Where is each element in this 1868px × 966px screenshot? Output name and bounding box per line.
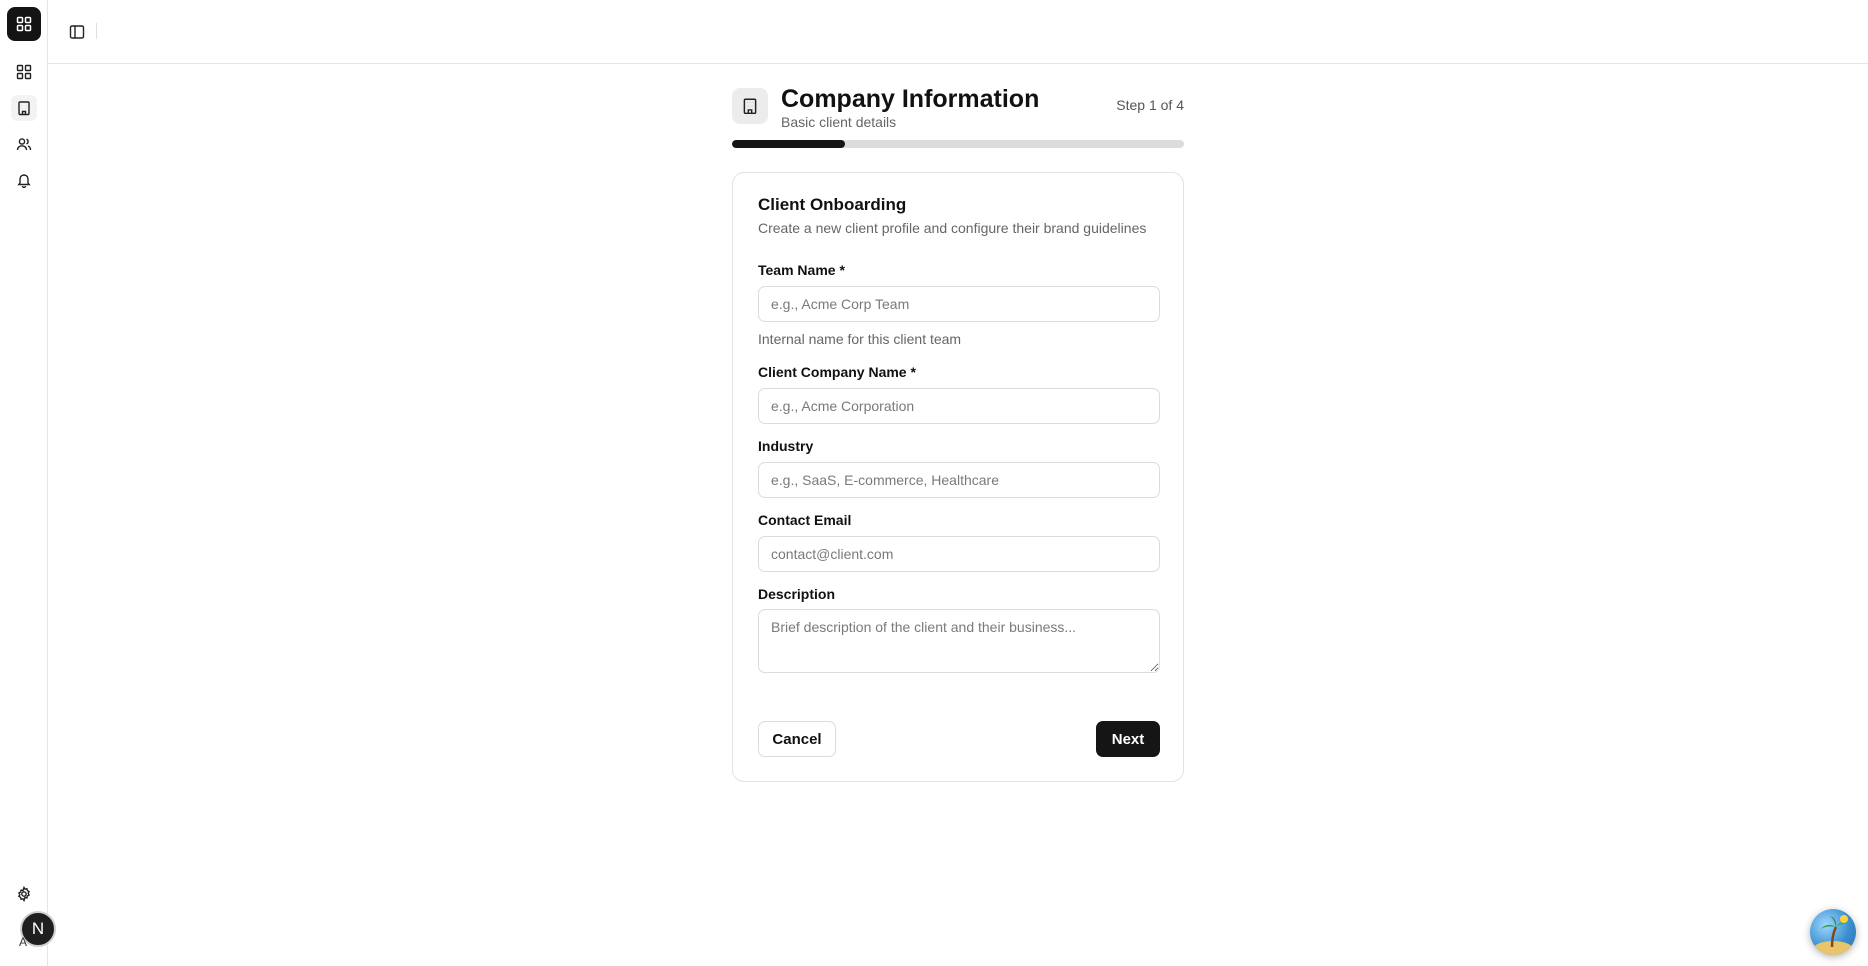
- avatar-letter: N: [31, 919, 45, 938]
- form-description: Create a new client profile and configur…: [758, 220, 1147, 236]
- company-name-label: Client Company Name *: [758, 364, 916, 380]
- avatar-sub-label: A: [19, 935, 28, 949]
- top-bar: [48, 0, 1868, 64]
- step-subtitle: Basic client details: [781, 114, 897, 130]
- topbar-divider: [96, 23, 97, 39]
- next-button[interactable]: Next: [1096, 721, 1160, 757]
- step-icon-badge: [732, 88, 768, 124]
- cancel-button[interactable]: Cancel: [758, 721, 836, 757]
- step-progress-bar: [732, 140, 1184, 148]
- users-icon: [16, 138, 32, 151]
- grid-logo-icon: [16, 16, 32, 32]
- app-logo[interactable]: [7, 7, 41, 41]
- team-name-label: Team Name *: [758, 262, 845, 278]
- contact-email-input[interactable]: [758, 536, 1160, 572]
- palm-island-icon: [1813, 915, 1853, 955]
- step-progress-fill: [732, 140, 845, 148]
- sidebar-item-notifications[interactable]: [11, 167, 37, 193]
- contact-email-label: Contact Email: [758, 512, 852, 528]
- company-name-input[interactable]: [758, 388, 1160, 424]
- industry-label: Industry: [758, 438, 814, 454]
- sidebar-item-dashboard[interactable]: [11, 59, 37, 85]
- bell-icon: [17, 174, 31, 188]
- step-counter: Step 1 of 4: [1116, 97, 1184, 113]
- dashboard-icon: [16, 64, 32, 80]
- sidebar-item-clients[interactable]: [11, 95, 37, 121]
- building-icon: [18, 101, 30, 116]
- form-title: Client Onboarding: [758, 195, 907, 214]
- sidebar-toggle-button[interactable]: [64, 19, 90, 45]
- assistant-launcher-button[interactable]: [1810, 909, 1856, 955]
- description-label: Description: [758, 586, 836, 602]
- industry-input[interactable]: [758, 462, 1160, 498]
- sidebar-item-settings[interactable]: [11, 881, 37, 907]
- building-icon: [743, 98, 757, 115]
- sidebar: [0, 0, 48, 966]
- sidebar-item-team[interactable]: [11, 131, 37, 157]
- onboarding-form-card: Client Onboarding Create a new client pr…: [732, 172, 1184, 782]
- sidebar-toggle-icon: [69, 25, 85, 39]
- step-title: Company Information: [781, 85, 1040, 113]
- step-header: Company Information Basic client details…: [732, 85, 1184, 133]
- team-name-hint: Internal name for this client team: [758, 331, 962, 347]
- gear-icon: [17, 886, 31, 902]
- description-textarea[interactable]: [758, 609, 1160, 673]
- team-name-input[interactable]: [758, 286, 1160, 322]
